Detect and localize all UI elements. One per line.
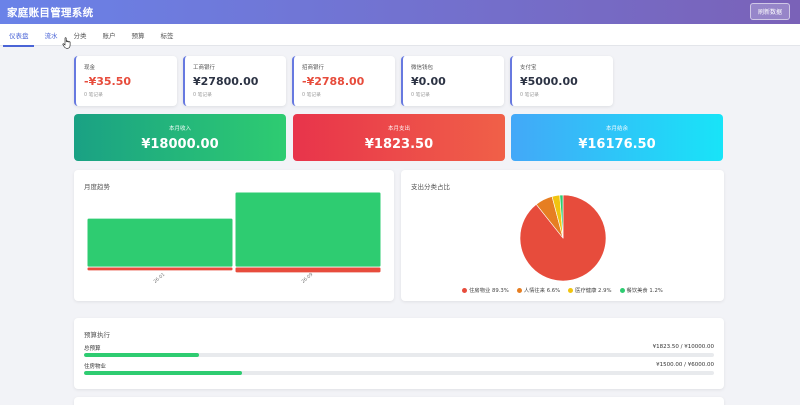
- budget-amount: ¥1500.00 / ¥6000.00: [656, 362, 714, 368]
- expense-bar: [87, 267, 233, 271]
- budget-amount: ¥1823.50 / ¥10000.00: [652, 344, 714, 350]
- account-name: 工商银行: [193, 65, 216, 71]
- monthly-balance-card: 本月结余 ¥16176.50: [511, 114, 723, 161]
- monthly-income-value: ¥18000.00: [141, 137, 219, 152]
- budget-progress-fill: [84, 353, 199, 357]
- monthly-expense-label: 本月支出: [387, 126, 410, 132]
- account-name: 微信钱包: [411, 65, 434, 71]
- expense-category-pie: [519, 194, 607, 282]
- budget-execution-title: 预算执行: [84, 331, 110, 339]
- legend-label: 住房物业 89.3%: [469, 288, 509, 294]
- legend-dot-icon: [462, 287, 468, 293]
- legend-label: 医疗健康 2.9%: [575, 288, 612, 294]
- legend-item: 住房物业 89.3%: [462, 286, 509, 294]
- budget-progress-fill: [84, 371, 242, 375]
- next-section-card: [74, 397, 724, 405]
- hand-cursor-icon: [62, 37, 71, 49]
- account-card-cmb[interactable]: 招商银行 -¥2788.00 0 笔记录: [292, 56, 395, 106]
- legend-label: 餐饮美食 1.2%: [626, 288, 663, 294]
- legend-dot-icon: [568, 287, 574, 293]
- monthly-trend-chart: 26-01 26-09: [87, 192, 381, 285]
- account-card-icbc[interactable]: 工商银行 ¥27800.00 0 笔记录: [183, 56, 286, 106]
- account-card-wechat[interactable]: 微信钱包 ¥0.00 0 笔记录: [401, 56, 504, 106]
- app-title: 家庭账目管理系统: [7, 6, 94, 19]
- legend-dot-icon: [516, 287, 522, 293]
- tab-accounts[interactable]: 账户: [95, 24, 124, 46]
- account-record-count: 0 笔记录: [520, 93, 539, 98]
- refresh-button[interactable]: 刷新数据: [749, 3, 790, 20]
- account-record-count: 0 笔记录: [84, 93, 103, 98]
- account-name: 招商银行: [302, 65, 325, 71]
- expense-bar: [235, 267, 381, 273]
- x-tick-label: 26-09: [300, 272, 314, 285]
- income-bar: [235, 192, 381, 267]
- budget-execution-card: 预算执行 总预算 ¥1823.50 / ¥10000.00 住房物业 ¥1500…: [74, 318, 724, 389]
- tab-tags[interactable]: 标签: [153, 24, 182, 46]
- monthly-balance-label: 本月结余: [605, 126, 628, 132]
- legend-label: 人情往来 6.6%: [523, 288, 561, 294]
- account-balance: ¥27800.00: [193, 75, 259, 88]
- legend-item: 人情往来 6.6%: [516, 286, 561, 294]
- account-record-count: 0 笔记录: [411, 93, 430, 98]
- account-card-cash[interactable]: 现金 -¥35.50 0 笔记录: [74, 56, 177, 106]
- app-header: 家庭账目管理系统 刷新数据: [0, 0, 800, 24]
- account-record-count: 0 笔记录: [193, 93, 212, 98]
- budget-progress-track: [84, 353, 714, 357]
- account-name: 现金: [84, 65, 96, 71]
- legend-dot-icon: [619, 287, 625, 293]
- pie-legend: 住房物业 89.3% 人情往来 6.6% 医疗健康 2.9% 餐饮美食 1.2%: [401, 286, 724, 294]
- account-record-count: 0 笔记录: [302, 93, 321, 98]
- monthly-balance-value: ¥16176.50: [578, 137, 656, 152]
- tab-bar: 仪表盘 流水 分类 账户 预算 标签: [0, 24, 800, 47]
- monthly-trend-card: 月度趋势 26-01 26-09: [74, 170, 394, 301]
- monthly-income-label: 本月收入: [168, 126, 191, 132]
- budget-name: 总预算: [84, 346, 101, 352]
- monthly-income-card: 本月收入 ¥18000.00: [74, 114, 286, 161]
- legend-item: 餐饮美食 1.2%: [619, 286, 663, 294]
- income-bar: [87, 218, 233, 267]
- account-balance: -¥2788.00: [302, 75, 365, 88]
- tab-dashboard[interactable]: 仪表盘: [0, 24, 37, 47]
- tab-budget[interactable]: 预算: [124, 24, 153, 46]
- monthly-expense-value: ¥1823.50: [364, 137, 434, 152]
- budget-name: 住房物业: [84, 364, 107, 370]
- expense-category-card: 支出分类占比 住房物业 89.3% 人情往来 6.6% 医疗健康 2.9% 餐饮美食 …: [401, 170, 724, 301]
- monthly-expense-card: 本月支出 ¥1823.50: [293, 114, 505, 161]
- legend-item: 医疗健康 2.9%: [568, 286, 612, 294]
- account-name: 支付宝: [520, 65, 537, 71]
- account-balance: ¥5000.00: [520, 75, 578, 88]
- account-balance: -¥35.50: [84, 75, 132, 88]
- account-card-alipay[interactable]: 支付宝 ¥5000.00 0 笔记录: [510, 56, 613, 106]
- budget-progress-track: [84, 371, 714, 375]
- account-balance: ¥0.00: [411, 75, 446, 88]
- x-tick-label: 26-01: [152, 272, 166, 285]
